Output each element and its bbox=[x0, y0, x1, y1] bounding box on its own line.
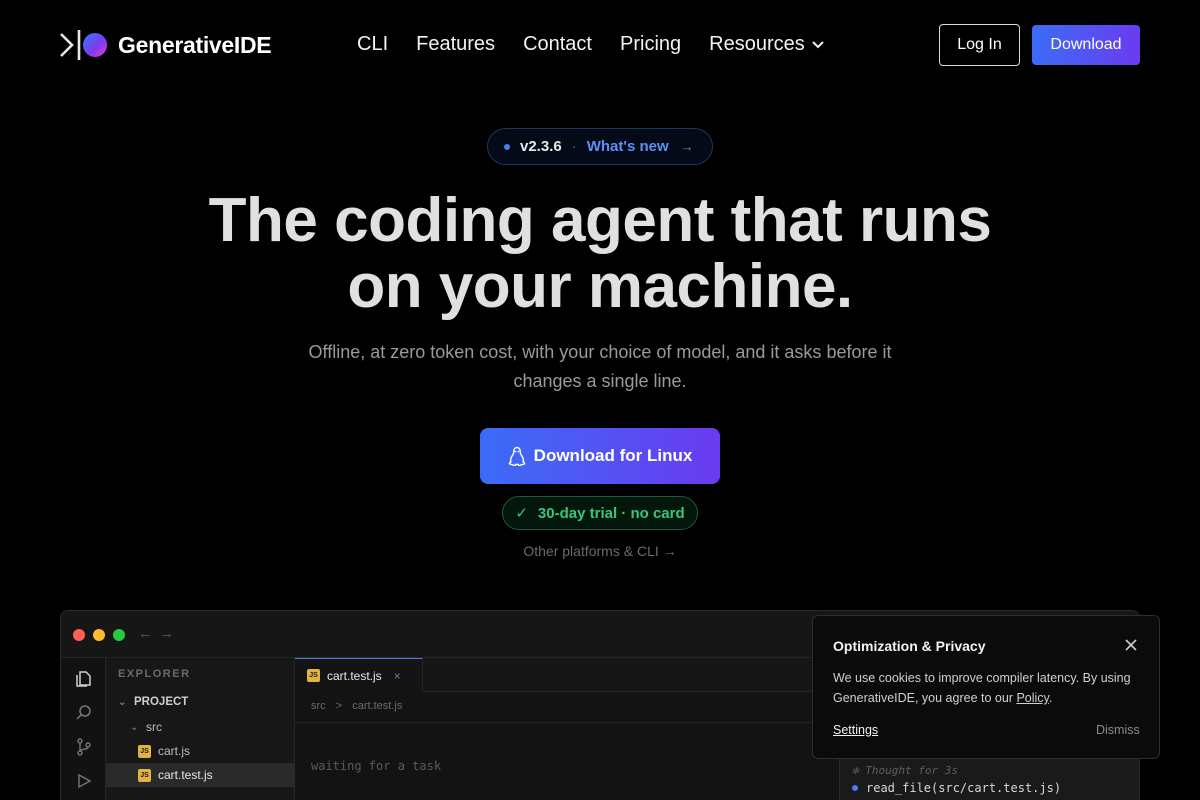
headline-line-2: on your machine. bbox=[347, 252, 853, 321]
brand-name: GenerativeIDE bbox=[118, 31, 272, 58]
agent-tool-call-line: read_file(src/cart.test.js) bbox=[852, 781, 1061, 795]
maximize-window-dot-icon bbox=[113, 629, 125, 641]
javascript-file-icon: JS bbox=[307, 669, 320, 682]
javascript-file-icon: JS bbox=[138, 768, 151, 782]
version-separator: · bbox=[571, 138, 577, 155]
other-platforms-link[interactable]: Other platforms & CLI → bbox=[0, 543, 1200, 559]
source-control-icon[interactable] bbox=[74, 737, 94, 757]
close-window-dot-icon bbox=[73, 629, 85, 641]
run-debug-icon[interactable] bbox=[74, 771, 94, 791]
download-button[interactable]: Download bbox=[1032, 25, 1140, 65]
tree-file-cart-js[interactable]: JS cart.js bbox=[106, 739, 295, 763]
back-forward-arrows-icon: ←→ bbox=[138, 625, 180, 642]
file-label: cart.js bbox=[158, 744, 191, 758]
nav-link-resources-label: Resources bbox=[709, 33, 805, 55]
download-for-linux-button[interactable]: Download for Linux bbox=[480, 428, 720, 484]
agent-log-panel: ✻ Thought for 3s read_file(src/cart.test… bbox=[839, 754, 1139, 800]
close-icon[interactable] bbox=[1121, 635, 1141, 655]
cookie-text-prefix: We use cookies to improve compiler laten… bbox=[833, 671, 1131, 705]
tree-file-cart-test-js[interactable]: JS cart.test.js bbox=[106, 763, 295, 787]
policy-link[interactable]: Policy bbox=[1016, 691, 1048, 705]
logo-icon bbox=[60, 28, 110, 62]
cookie-dialog-body: We use cookies to improve compiler laten… bbox=[833, 668, 1149, 708]
chevron-down-icon: ⌄ bbox=[118, 696, 127, 708]
file-label: cart.test.js bbox=[158, 768, 213, 782]
whats-new-link: What's new bbox=[586, 138, 669, 155]
activity-bar bbox=[61, 658, 106, 800]
agent-thought-line: ✻ Thought for 3s bbox=[852, 764, 958, 777]
main-menu: CLI Features Contact Pricing Resources bbox=[357, 33, 825, 56]
breadcrumb-item[interactable]: src bbox=[311, 700, 326, 712]
trial-badge: ✓ 30-day trial · no card bbox=[502, 496, 698, 530]
breadcrumb: src > cart.test.js bbox=[311, 700, 402, 712]
close-icon[interactable]: × bbox=[394, 669, 401, 683]
project-label: PROJECT bbox=[134, 696, 189, 708]
src-folder-label: src bbox=[146, 720, 162, 734]
version-badge[interactable]: v2.3.6 · What's new → bbox=[487, 128, 713, 165]
version-label: v2.3.6 bbox=[520, 138, 562, 155]
nav-link-pricing[interactable]: Pricing bbox=[620, 33, 681, 56]
arrow-right-icon: → bbox=[680, 139, 694, 154]
file-explorer: EXPLORER ⌄ PROJECT ⌄ src JS cart.js JS c… bbox=[106, 658, 295, 800]
nav-link-contact[interactable]: Contact bbox=[523, 33, 592, 56]
tree-src-folder[interactable]: ⌄ src bbox=[106, 715, 295, 739]
nav-link-cli[interactable]: CLI bbox=[357, 33, 388, 56]
trial-label: 30-day trial · no card bbox=[537, 504, 685, 522]
chevron-down-icon: ⌄ bbox=[130, 721, 139, 733]
hero-subheadline: Offline, at zero token cost, with your c… bbox=[308, 342, 892, 391]
cta-label: Download for Linux bbox=[533, 446, 693, 465]
tool-call-text: read_file(src/cart.test.js) bbox=[866, 781, 1062, 795]
search-icon[interactable] bbox=[74, 703, 94, 723]
editor-status-text: waiting for a task bbox=[311, 759, 442, 773]
hero-headline: The coding agent that runs on your machi… bbox=[0, 188, 1200, 320]
files-icon[interactable] bbox=[74, 669, 94, 689]
top-nav: GenerativeIDE CLI Features Contact Prici… bbox=[0, 0, 1200, 90]
minimize-window-dot-icon bbox=[93, 629, 105, 641]
tab-label: cart.test.js bbox=[327, 668, 382, 683]
headline-line-1: The coding agent that runs bbox=[208, 186, 992, 255]
status-dot-icon bbox=[852, 785, 858, 791]
cookie-dialog-title: Optimization & Privacy bbox=[833, 638, 986, 654]
nav-dropdown-resources[interactable]: Resources bbox=[709, 33, 825, 56]
status-dot-icon bbox=[504, 143, 510, 150]
explorer-title: EXPLORER bbox=[118, 668, 191, 680]
nav-link-features[interactable]: Features bbox=[416, 33, 495, 56]
tab-cart-test-js[interactable]: JS cart.test.js × bbox=[295, 658, 423, 692]
brand-logo[interactable]: GenerativeIDE bbox=[60, 28, 272, 62]
cookie-consent-dialog: Optimization & Privacy We use cookies to… bbox=[812, 615, 1160, 759]
check-icon: ✓ bbox=[515, 505, 528, 522]
tree-project-folder[interactable]: ⌄ PROJECT bbox=[106, 690, 295, 714]
chevron-down-icon bbox=[812, 40, 824, 48]
breadcrumb-item[interactable]: cart.test.js bbox=[352, 700, 402, 712]
cookie-settings-link[interactable]: Settings bbox=[833, 723, 878, 737]
cookie-dismiss-button[interactable]: Dismiss bbox=[1096, 723, 1140, 737]
chevron-right-icon: > bbox=[335, 700, 343, 712]
login-button[interactable]: Log In bbox=[939, 24, 1020, 66]
cookie-text-suffix: . bbox=[1048, 691, 1053, 705]
linux-penguin-icon bbox=[508, 446, 525, 466]
javascript-file-icon: JS bbox=[138, 744, 151, 758]
